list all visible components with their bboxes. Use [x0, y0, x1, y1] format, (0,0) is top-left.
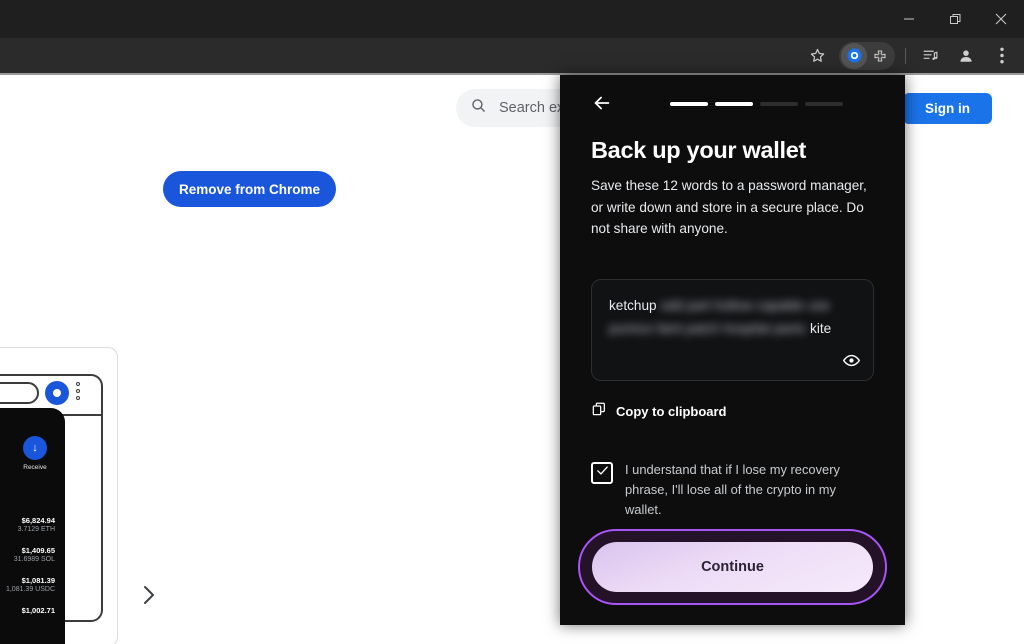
- mock-wallet-actions: ⇅ ge ↑ Send ↓ Receive: [0, 436, 65, 471]
- wallet-onboarding-panel: Back up your wallet Save these 12 words …: [560, 75, 905, 625]
- progress-step-2: [715, 102, 753, 106]
- progress-step-1: [670, 102, 708, 106]
- copy-icon: [591, 401, 607, 422]
- close-button[interactable]: [978, 0, 1024, 38]
- list-item: $1,081.39 1,081.39 USDC: [0, 576, 65, 593]
- remove-from-chrome-button[interactable]: Remove from Chrome: [163, 171, 336, 207]
- acknowledge-checkbox[interactable]: [591, 462, 613, 484]
- progress-step-4: [805, 102, 843, 106]
- page-title: Back up your wallet: [591, 137, 807, 163]
- sign-in-button[interactable]: Sign in: [903, 93, 992, 124]
- list-item: $1,409.65 31.6989 SOL: [0, 546, 65, 563]
- asset-value: $1,409.65: [21, 546, 55, 555]
- page-description: Save these 12 words to a password manage…: [591, 178, 867, 236]
- toolbar-divider: [905, 47, 906, 64]
- star-icon[interactable]: [803, 42, 831, 70]
- onboarding-header: [560, 75, 905, 131]
- asset-amount: 31.6989 SOL: [13, 556, 55, 563]
- asset-amount: 3.7129 ETH: [17, 526, 55, 533]
- arrow-down-icon: ↓: [23, 436, 47, 460]
- asset-amount: 1,081.39 USDC: [5, 586, 55, 593]
- acknowledgement-row[interactable]: I understand that if I lose my recovery …: [591, 460, 871, 520]
- acknowledge-label: I understand that if I lose my recovery …: [625, 462, 840, 517]
- continue-button-focus-ring: Continue: [578, 529, 887, 605]
- browser-toolbar: [0, 38, 1024, 73]
- continue-button[interactable]: Continue: [592, 542, 873, 592]
- search-icon: [470, 97, 487, 119]
- minimize-button[interactable]: [886, 0, 932, 38]
- mock-asset-list: $6,824.94 3.7129 ETH $1,409.65 31.6989 S…: [0, 516, 65, 629]
- puzzle-piece-icon[interactable]: [867, 43, 893, 69]
- mock-wallet-panel: ⇅ ge ↑ Send ↓ Receive eFi $6,824.9: [0, 408, 65, 644]
- screenshot-preview-card[interactable]: ⇅ ge ↑ Send ↓ Receive eFi $6,824.9: [0, 347, 118, 644]
- copy-to-clipboard-button[interactable]: Copy to clipboard: [591, 401, 727, 422]
- maximize-restore-button[interactable]: [932, 0, 978, 38]
- list-item: $1,002.71: [0, 606, 65, 616]
- phrase-word-visible-first: ketchup: [609, 298, 657, 313]
- search-placeholder: Search ex: [499, 100, 565, 116]
- reading-list-icon[interactable]: [916, 42, 944, 70]
- phrase-word-visible-last: kite: [810, 321, 832, 336]
- mock-action-label: Receive: [23, 464, 47, 471]
- mock-extension-icon: [45, 381, 69, 405]
- extensions-pill[interactable]: [839, 41, 895, 70]
- checkmark-icon: [595, 463, 610, 483]
- toolbar-actions: [799, 41, 1024, 70]
- arrow-left-icon[interactable]: [590, 91, 614, 115]
- asset-value: $6,824.94: [21, 516, 55, 525]
- window-controls: [886, 0, 1024, 38]
- mock-omnibox: [0, 382, 39, 404]
- recovery-phrase-box[interactable]: ketchup odd part hollow capable use pumi…: [591, 279, 874, 381]
- phrase-words-hidden-3: panic: [773, 321, 807, 336]
- mock-menu-icon: [76, 382, 80, 400]
- list-item: $6,824.94 3.7129 ETH: [0, 516, 65, 533]
- progress-step-3: [760, 102, 798, 106]
- three-dot-menu-icon[interactable]: [988, 42, 1016, 70]
- avatar-icon[interactable]: [952, 42, 980, 70]
- wallet-extension-icon[interactable]: [841, 42, 867, 69]
- asset-value: $1,081.39: [21, 576, 55, 585]
- progress-steps: [670, 102, 843, 106]
- mock-action-receive: ↓ Receive: [23, 436, 47, 471]
- carousel-next-button[interactable]: [138, 580, 160, 610]
- recovery-phrase-text: ketchup odd part hollow capable use pumi…: [609, 294, 861, 340]
- copy-to-clipboard-label: Copy to clipboard: [616, 404, 727, 419]
- browser-window: Search ex Sign in Remove from Chrome ⇅ g…: [0, 0, 1024, 644]
- tab-strip: [0, 0, 1024, 38]
- asset-value: $1,002.71: [21, 606, 55, 615]
- phrase-words-hidden-1: odd part hollow capable: [660, 298, 804, 313]
- eye-icon[interactable]: [840, 349, 862, 371]
